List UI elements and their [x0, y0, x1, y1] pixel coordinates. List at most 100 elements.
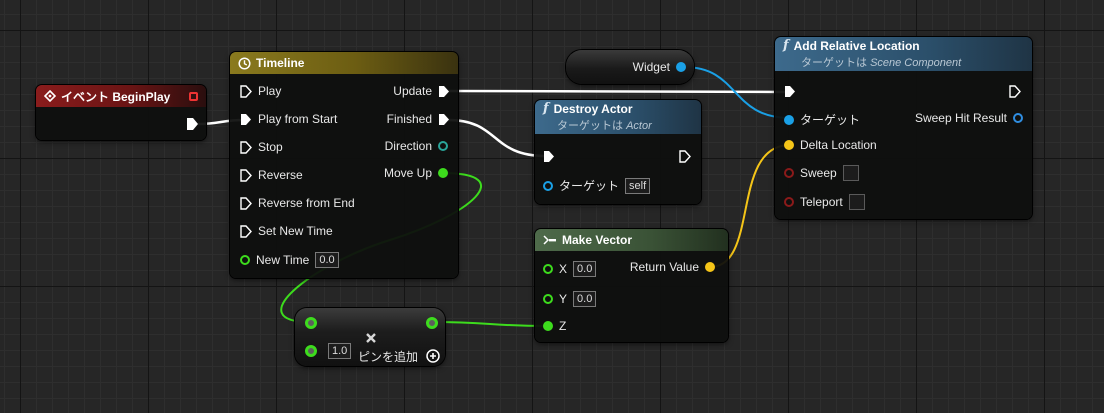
object-pin-icon[interactable] [543, 180, 553, 191]
timeline-pin-direction[interactable]: Direction [350, 139, 448, 153]
exec-in-pin-icon[interactable] [240, 84, 252, 98]
float-pin-icon[interactable] [240, 255, 250, 265]
add-relative-location-subtitle: ターゲットは Scene Component [801, 57, 962, 69]
timeline-pin-play[interactable]: Play [240, 84, 281, 98]
begin-play-header: イベント BeginPlay [36, 85, 206, 107]
exec-in-pin-icon[interactable] [240, 140, 252, 154]
make-vector-y-pin[interactable]: Y 0.0 [543, 291, 597, 307]
multiply-node[interactable]: 1.0 ピンを追加 [295, 308, 445, 366]
timeline-title: Timeline [256, 56, 305, 70]
float-pin-icon[interactable] [543, 264, 553, 274]
bool-pin-icon[interactable] [784, 168, 794, 178]
make-vector-return-pin[interactable]: Return Value [615, 260, 715, 274]
multiply-value-input[interactable]: 1.0 [328, 343, 352, 359]
pin-label: Z [559, 319, 567, 333]
add-relative-target-pin[interactable]: ターゲット [784, 111, 860, 128]
exec-in-pin-icon[interactable] [240, 168, 252, 182]
struct-pin-icon[interactable] [1013, 113, 1023, 123]
pin-label: X [559, 262, 568, 276]
pin-label: Stop [258, 140, 283, 154]
exec-out-pin-icon[interactable] [438, 113, 450, 126]
pin-label: Finished [386, 112, 432, 126]
timeline-pin-play-from-start[interactable]: Play from Start [240, 112, 337, 126]
destroy-actor-target-pin[interactable]: ターゲット self [543, 177, 651, 194]
function-icon: f [783, 38, 789, 53]
float-out-pin-icon[interactable] [426, 317, 438, 329]
timeline-pin-reverse-from-end[interactable]: Reverse from End [240, 196, 355, 210]
begin-play-node[interactable]: イベント BeginPlay [36, 85, 206, 140]
float-pin-icon[interactable] [543, 321, 553, 331]
sweep-hit-result-pin[interactable]: Sweep Hit Result [905, 111, 1023, 125]
pin-label: Return Value [629, 260, 699, 274]
pin-label: Direction [384, 139, 432, 153]
pin-label: Move Up [383, 166, 432, 180]
add-pin-label[interactable]: ピンを追加 [358, 348, 418, 365]
add-relative-location-title: Add Relative Location [793, 38, 920, 53]
float-pin-icon[interactable] [543, 294, 553, 304]
new-time-input[interactable]: 0.0 [315, 252, 339, 268]
teleport-pin[interactable]: Teleport [784, 194, 865, 210]
pin-label: Reverse [258, 168, 303, 182]
x-value-input[interactable]: 0.0 [573, 261, 597, 277]
add-relative-location-node[interactable]: f Add Relative Location ターゲットは Scene Com… [775, 37, 1032, 219]
make-struct-icon [543, 235, 556, 245]
enum-pin-icon[interactable] [438, 141, 448, 151]
timeline-pin-reverse[interactable]: Reverse [240, 168, 303, 182]
vector-pin-icon[interactable] [784, 140, 794, 150]
float-pin-icon[interactable] [438, 168, 448, 178]
exec-out-pin-icon[interactable] [679, 150, 691, 163]
make-vector-x-pin[interactable]: X 0.0 [543, 261, 597, 277]
pin-label: Delta Location [800, 138, 877, 152]
object-pin-icon[interactable] [676, 62, 686, 72]
wire-multiply-to-z [431, 321, 549, 327]
exec-in-pin-icon[interactable] [240, 113, 252, 126]
float-in-pin-b-icon[interactable] [305, 345, 317, 357]
exec-out-pin-icon[interactable] [186, 117, 199, 131]
widget-variable-node[interactable]: Widget [566, 50, 694, 84]
teleport-checkbox[interactable] [848, 194, 865, 210]
make-vector-node[interactable]: Make Vector X 0.0 Y 0.0 Z Return Value [535, 229, 728, 342]
wire-finished-to-destroy [447, 118, 547, 158]
begin-play-title: イベント BeginPlay [61, 89, 171, 104]
bool-pin-icon[interactable] [784, 197, 794, 207]
exec-in-pin-icon[interactable] [543, 150, 555, 163]
timeline-pin-finished[interactable]: Finished [360, 112, 450, 126]
exec-out-pin-icon[interactable] [1009, 85, 1021, 98]
exec-out-pin-icon[interactable] [438, 85, 450, 98]
clock-icon [238, 56, 251, 70]
pin-label: Teleport [800, 195, 843, 209]
delta-location-pin[interactable]: Delta Location [784, 138, 877, 152]
timeline-pin-update[interactable]: Update [360, 84, 450, 98]
y-value-input[interactable]: 0.0 [573, 291, 597, 307]
timeline-pin-stop[interactable]: Stop [240, 140, 283, 154]
timeline-header: Timeline [230, 52, 458, 74]
add-relative-location-header: f Add Relative Location ターゲットは Scene Com… [775, 37, 1032, 71]
timeline-pin-move-up[interactable]: Move Up [350, 166, 448, 180]
wire-update-to-addrelative [447, 89, 789, 94]
target-self-value: self [625, 177, 651, 194]
pin-label: Play [258, 84, 282, 98]
pin-label: Y [559, 292, 568, 306]
destroy-actor-header: f Destroy Actor ターゲットは Actor [535, 100, 701, 134]
exec-in-pin-icon[interactable] [240, 224, 252, 238]
timeline-pin-set-new-time[interactable]: Set New Time [240, 224, 333, 238]
exec-in-pin-icon[interactable] [784, 85, 796, 98]
destroy-actor-node[interactable]: f Destroy Actor ターゲットは Actor ターゲット self [535, 100, 701, 204]
make-vector-title: Make Vector [562, 233, 633, 247]
sweep-pin[interactable]: Sweep [784, 165, 859, 181]
pin-label: Sweep [800, 166, 837, 180]
exec-in-pin-icon[interactable] [240, 196, 252, 210]
widget-output-pin[interactable]: Widget [566, 60, 686, 74]
make-vector-z-pin[interactable]: Z [543, 319, 566, 333]
timeline-pin-new-time[interactable]: New Time 0.0 [240, 252, 339, 268]
add-pin-plus-icon[interactable] [426, 349, 440, 363]
vector-pin-icon[interactable] [705, 262, 715, 272]
object-pin-icon[interactable] [784, 114, 794, 125]
function-icon: f [543, 101, 549, 116]
pin-label: New Time [256, 253, 310, 267]
sweep-checkbox[interactable] [842, 165, 859, 181]
delegate-pin-icon[interactable] [189, 91, 198, 101]
pin-label: Sweep Hit Result [914, 111, 1007, 125]
pin-label: Play from Start [258, 112, 338, 126]
float-in-pin-a-icon[interactable] [305, 317, 317, 329]
